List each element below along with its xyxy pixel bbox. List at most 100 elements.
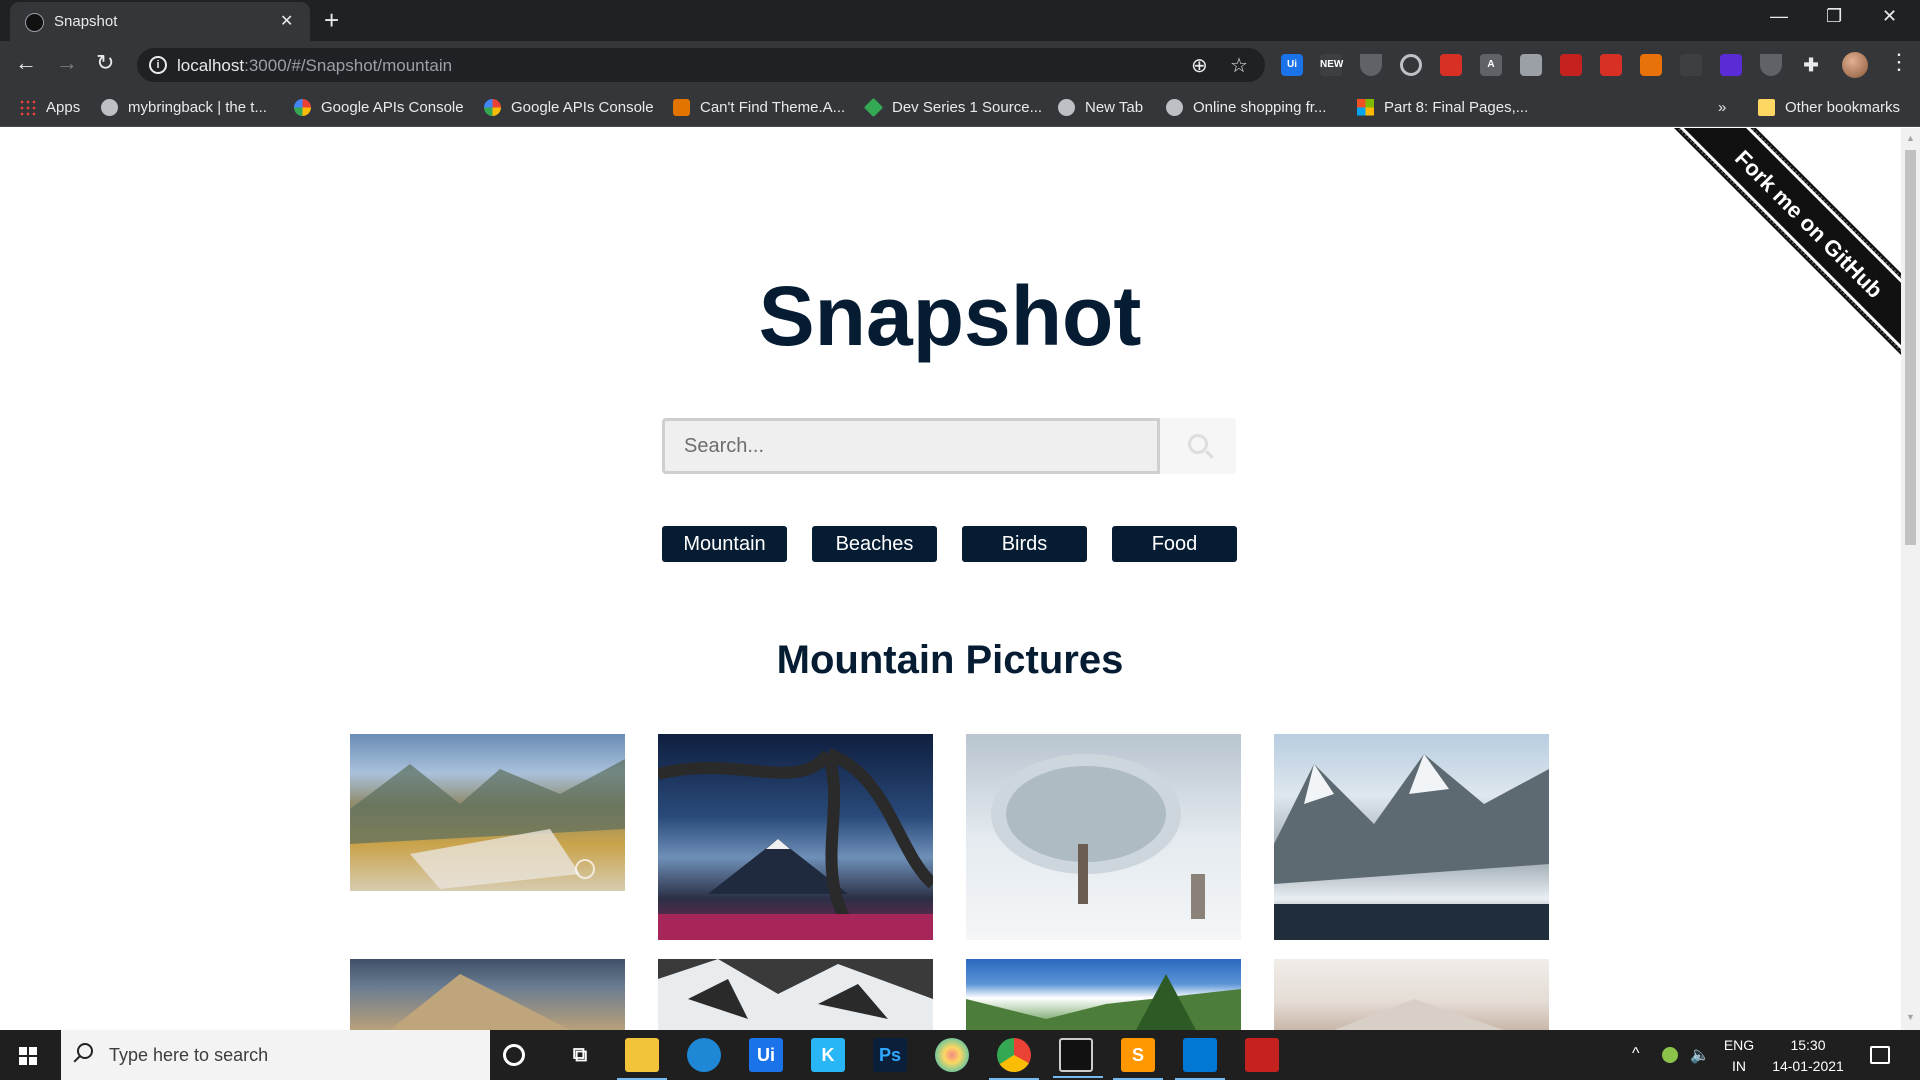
- more-bookmarks-button[interactable]: »: [1718, 96, 1726, 118]
- bookmark-online-shopping[interactable]: Online shopping fr...: [1166, 96, 1326, 118]
- a-extension-icon[interactable]: A: [1480, 54, 1502, 76]
- mcafee-icon[interactable]: [1245, 1038, 1279, 1072]
- new-tab-button[interactable]: +: [324, 5, 339, 35]
- close-window-icon[interactable]: ✕: [1882, 6, 1897, 27]
- new-badge-extension-icon[interactable]: NEW: [1320, 54, 1343, 76]
- other-bookmarks-folder[interactable]: Other bookmarks: [1758, 96, 1900, 118]
- terminal-icon[interactable]: [1053, 1038, 1103, 1078]
- file-explorer-icon[interactable]: [617, 1038, 667, 1080]
- photo-item[interactable]: [966, 734, 1241, 940]
- reload-icon[interactable]: ↻: [96, 51, 114, 75]
- page-title: Snapshot: [758, 269, 1142, 363]
- profile-avatar[interactable]: [1842, 52, 1868, 78]
- bookmark-apps[interactable]: Apps: [19, 96, 80, 118]
- shield-extension-icon[interactable]: [1360, 54, 1382, 76]
- google-icon: [484, 98, 501, 116]
- scroll-thumb[interactable]: [1905, 150, 1916, 545]
- photo-item[interactable]: [350, 734, 625, 891]
- apps-grid-icon: [19, 98, 36, 116]
- windows-taskbar: Type here to search ⧉ Ui K Ps S ^ 🔈 ENG …: [0, 1030, 1920, 1080]
- scroll-up-icon[interactable]: ▲: [1906, 133, 1915, 143]
- language-indicator[interactable]: ENG: [1722, 1037, 1756, 1053]
- mountain-photo-5: [390, 974, 570, 1030]
- mcafee-extension-icon[interactable]: [1560, 54, 1582, 76]
- purple-extension-icon[interactable]: [1720, 54, 1742, 76]
- photo-item[interactable]: [1274, 959, 1549, 1030]
- mountain-photo-1: [350, 759, 625, 889]
- back-icon[interactable]: ←: [15, 51, 37, 75]
- red-extension-icon[interactable]: [1600, 54, 1622, 76]
- clock-date[interactable]: 14-01-2021: [1762, 1058, 1854, 1074]
- bookmark-dev-series[interactable]: Dev Series 1 Source...: [863, 96, 1042, 118]
- paint-icon[interactable]: [935, 1038, 969, 1072]
- close-tab-icon[interactable]: ✕: [280, 11, 293, 31]
- vscode-icon[interactable]: [1175, 1038, 1225, 1080]
- bookmark-mybringback[interactable]: mybringback | the t...: [101, 96, 267, 118]
- orange-extension-icon[interactable]: [1640, 54, 1662, 76]
- page-scrollbar[interactable]: ▲ ▼: [1901, 128, 1920, 1030]
- add-icon[interactable]: ⊕: [1191, 53, 1208, 78]
- tab-bar: Snapshot ✕ + — ❐ ✕: [0, 0, 1920, 41]
- task-view-icon[interactable]: ⧉: [563, 1038, 597, 1072]
- uipath-icon[interactable]: Ui: [749, 1038, 783, 1072]
- uipath-extension-icon[interactable]: Ui: [1281, 54, 1303, 76]
- site-info-icon[interactable]: i: [149, 56, 167, 74]
- clock-time[interactable]: 15:30: [1768, 1037, 1848, 1053]
- puzzle-extensions-icon[interactable]: ✚: [1800, 54, 1822, 76]
- target-extension-icon[interactable]: [1400, 54, 1422, 76]
- search-input[interactable]: [662, 418, 1160, 474]
- pocket-extension-icon[interactable]: [1760, 54, 1782, 76]
- tab-snapshot[interactable]: Snapshot ✕: [10, 2, 310, 41]
- mountain-photo-3: [991, 754, 1205, 919]
- mountain-photo-6: [658, 959, 933, 1030]
- category-food-button[interactable]: Food: [1112, 526, 1237, 562]
- edge-icon[interactable]: [687, 1038, 721, 1072]
- kotlin-icon[interactable]: K: [811, 1038, 845, 1072]
- volume-icon[interactable]: 🔈: [1690, 1045, 1710, 1065]
- search-form: [662, 418, 1236, 474]
- bookmark-star-icon[interactable]: ☆: [1230, 53, 1248, 78]
- photo-item[interactable]: [658, 734, 933, 940]
- windows-start-icon[interactable]: [19, 1047, 37, 1065]
- bookmark-part-8[interactable]: Part 8: Final Pages,...: [1357, 96, 1528, 118]
- taskbar-search-box[interactable]: Type here to search: [61, 1030, 490, 1080]
- bookmark-google-apis-1[interactable]: Google APIs Console: [294, 96, 464, 118]
- scroll-down-icon[interactable]: ▼: [1906, 1012, 1915, 1022]
- bookmark-new-tab[interactable]: New Tab: [1058, 96, 1143, 118]
- bookmark-google-apis-2[interactable]: Google APIs Console: [484, 96, 654, 118]
- photo-item[interactable]: [966, 959, 1241, 1030]
- photo-item[interactable]: [658, 959, 933, 1030]
- category-beaches-button[interactable]: Beaches: [812, 526, 937, 562]
- region-indicator[interactable]: IN: [1722, 1058, 1756, 1074]
- page-viewport: Fork me on GitHub Snapshot Mountain Beac…: [0, 128, 1901, 1030]
- minimize-icon[interactable]: —: [1770, 6, 1788, 27]
- sublime-icon[interactable]: S: [1113, 1038, 1163, 1080]
- bookmarks-bar: Apps mybringback | the t... Google APIs …: [0, 87, 1920, 127]
- cortana-icon[interactable]: [503, 1044, 525, 1066]
- tab-title: Snapshot: [54, 13, 118, 30]
- gear-extension-icon[interactable]: [1440, 54, 1462, 76]
- url-text[interactable]: localhost:3000/#/Snapshot/mountain: [177, 56, 452, 76]
- stack-icon: [673, 98, 690, 116]
- forward-icon[interactable]: →: [56, 51, 78, 75]
- show-hidden-icons-icon[interactable]: ^: [1632, 1045, 1640, 1063]
- search-button[interactable]: [1160, 418, 1236, 474]
- restore-icon[interactable]: ❐: [1826, 6, 1842, 27]
- category-mountain-button[interactable]: Mountain: [662, 526, 787, 562]
- rocket-icon: [863, 97, 884, 117]
- photoshop-icon[interactable]: Ps: [873, 1038, 907, 1072]
- camera-extension-icon[interactable]: [1520, 54, 1542, 76]
- photo-item[interactable]: [1274, 734, 1549, 940]
- address-bar[interactable]: i localhost:3000/#/Snapshot/mountain ⊕ ☆: [137, 48, 1265, 82]
- menu-kebab-icon[interactable]: ⋮: [1888, 49, 1910, 75]
- bookmark-cant-find-theme[interactable]: Can't Find Theme.A...: [673, 96, 845, 118]
- category-birds-button[interactable]: Birds: [962, 526, 1087, 562]
- photo-item[interactable]: [350, 959, 625, 1030]
- taskbar-search-placeholder: Type here to search: [109, 1045, 269, 1065]
- mountain-photo-2: [658, 748, 933, 940]
- google-icon: [294, 98, 311, 116]
- chrome-icon[interactable]: [989, 1038, 1039, 1080]
- notifications-icon[interactable]: [1870, 1046, 1890, 1064]
- network-status-icon[interactable]: [1662, 1047, 1678, 1063]
- broadcast-extension-icon[interactable]: [1680, 54, 1702, 76]
